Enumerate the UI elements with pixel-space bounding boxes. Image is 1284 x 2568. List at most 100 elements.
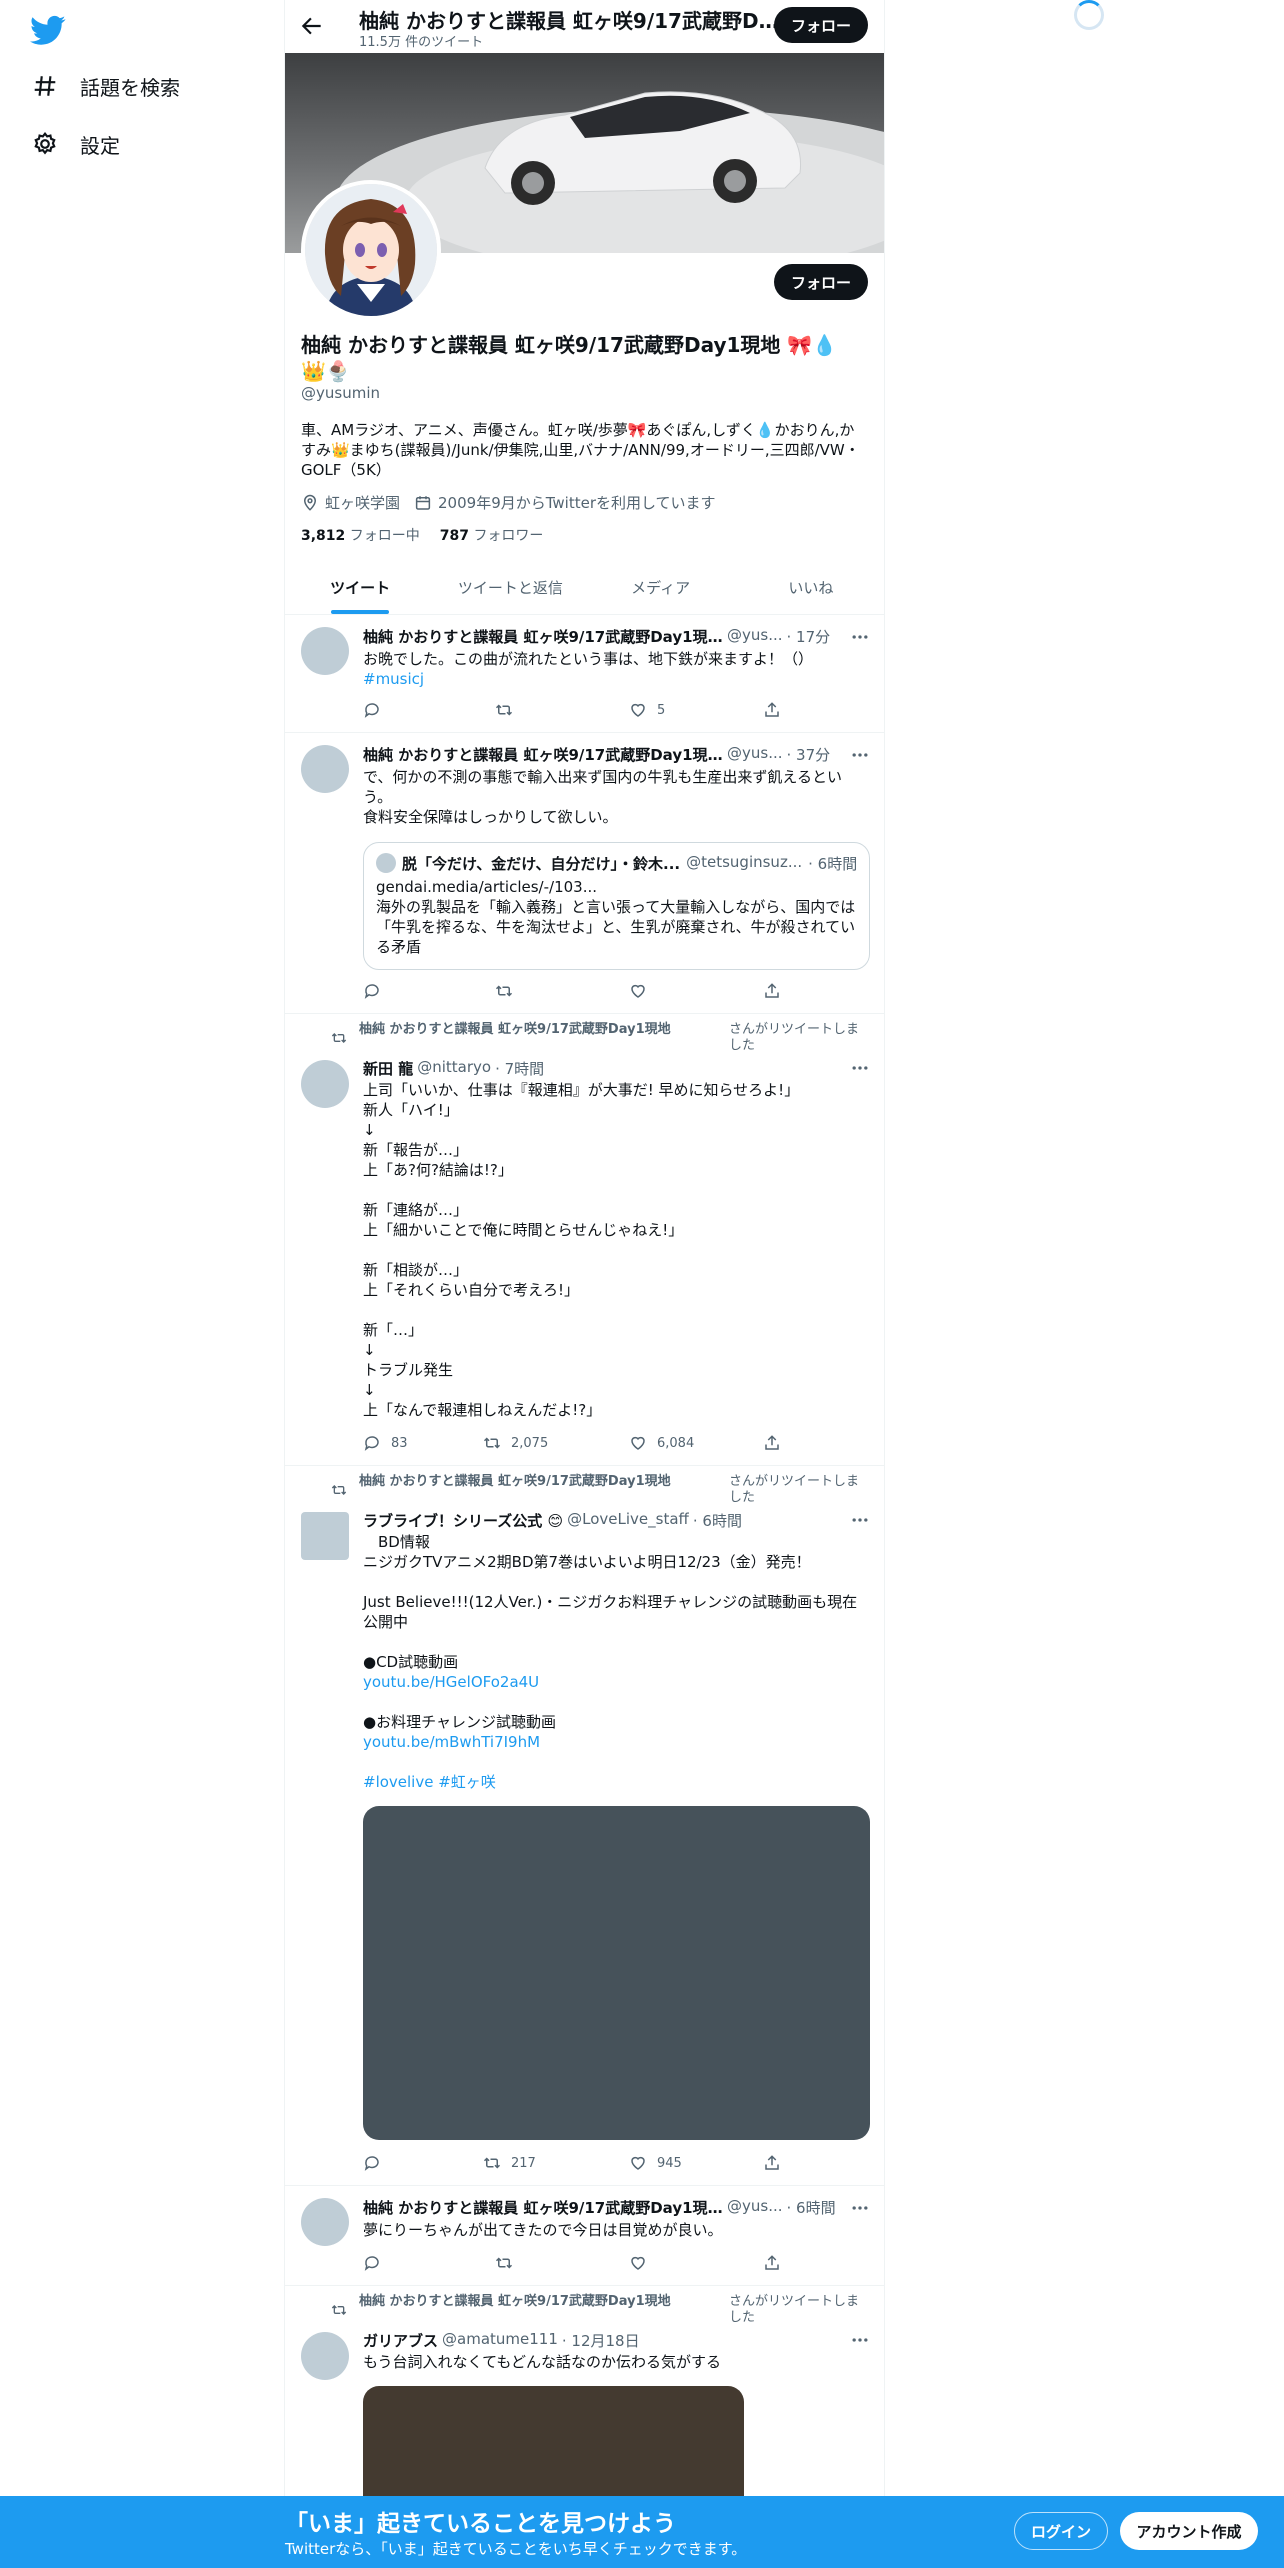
- retweet-button[interactable]: [495, 982, 523, 1000]
- tweet-hashtags[interactable]: #lovelive #虹ヶ咲: [363, 1772, 870, 1792]
- reply-button[interactable]: [363, 701, 391, 719]
- tweet-avatar[interactable]: [301, 2198, 349, 2246]
- tweet-media[interactable]: [363, 1806, 870, 2140]
- signup-button[interactable]: アカウント作成: [1120, 2512, 1258, 2550]
- login-button[interactable]: ログイン: [1014, 2512, 1108, 2550]
- retweet-button[interactable]: [495, 2254, 523, 2272]
- tweet-actions: 83 2,075 6,084: [363, 1434, 803, 1454]
- tweet[interactable]: 柚純 かおりすと諜報員 虹ヶ咲9/17武蔵野Day1現地 さんがリツイートしまし…: [285, 1014, 884, 1466]
- more-options-icon[interactable]: [850, 745, 870, 765]
- tweet-text: 夢にりーちゃんが出てきたので今日は目覚めが良い。: [363, 2221, 723, 2239]
- more-options-icon[interactable]: [850, 627, 870, 647]
- reply-icon: [364, 2256, 379, 2271]
- like-button[interactable]: 5: [629, 701, 665, 719]
- tweet-author-name[interactable]: ガリアブス: [363, 2330, 438, 2351]
- reply-button[interactable]: [363, 2154, 391, 2172]
- quoted-text: 海外の乳製品を「輸入義務」と言い張って大量輸入しながら、国内では「牛乳を搾るな、…: [376, 898, 856, 956]
- retweet-button[interactable]: 2,075: [483, 1434, 548, 1452]
- retweeted-indicator-icon: [331, 1033, 347, 1043]
- tweet-author-name[interactable]: 柚純 かおりすと諜報員 虹ヶ咲9/17武蔵野Day1現地 🎀💧👑🍨: [363, 744, 723, 765]
- profile-follow-button[interactable]: フォロー: [774, 264, 868, 300]
- left-nav: 話題を検索 設定: [0, 0, 284, 2568]
- share-button[interactable]: [763, 2254, 781, 2272]
- tweet-avatar[interactable]: [301, 1512, 349, 1560]
- tweet-time[interactable]: · 7時間: [495, 1058, 544, 1079]
- tweet-author-name[interactable]: 新田 龍: [363, 1058, 413, 1079]
- tweet-avatar[interactable]: [301, 745, 349, 793]
- nav-explore[interactable]: 話題を検索: [32, 66, 180, 106]
- tweet-avatar[interactable]: [301, 627, 349, 675]
- tweet[interactable]: 柚純 かおりすと諜報員 虹ヶ咲9/17武蔵野Day1現地 🎀💧👑🍨 @yus..…: [285, 2186, 884, 2286]
- tweet-author-handle[interactable]: @LoveLive_staff: [567, 1510, 689, 1531]
- profile-bio: 車、AMラジオ、アニメ、声優さん。虹ヶ咲/歩夢🎀あぐぽん,しずく💧かおりん,かす…: [301, 421, 860, 479]
- tweet[interactable]: 柚純 かおりすと諜報員 虹ヶ咲9/17武蔵野Day1現地 🎀💧👑🍨 @yus..…: [285, 615, 884, 733]
- tweet-header: 柚純 かおりすと諜報員 虹ヶ咲9/17武蔵野Day1現地 🎀💧👑🍨 @yus..…: [363, 2197, 843, 2218]
- following-link[interactable]: 3,812 フォロー中: [301, 525, 420, 545]
- profile-joined: 2009年9月からTwitterを利用しています: [414, 492, 716, 513]
- retweet-icon: [495, 985, 513, 997]
- retweet-icon: [483, 2157, 501, 2169]
- tab-likes[interactable]: いいね: [736, 562, 884, 614]
- tweet-author-name[interactable]: ラブライブ！シリーズ公式 😊: [363, 1510, 563, 1531]
- tweet-time[interactable]: · 6時間: [787, 2197, 836, 2218]
- twitter-logo-icon[interactable]: [30, 12, 66, 48]
- tweet[interactable]: 柚純 かおりすと諜報員 虹ヶ咲9/17武蔵野Day1現地 さんがリツイートしまし…: [285, 1466, 884, 2186]
- profile-stats: 3,812 フォロー中 787 フォロワー: [301, 525, 543, 545]
- share-button[interactable]: [763, 1434, 781, 1452]
- quoted-link: gendai.media/articles/-/103...: [376, 878, 598, 896]
- retweet-context[interactable]: 柚純 かおりすと諜報員 虹ヶ咲9/17武蔵野Day1現地 さんがリツイートしまし…: [359, 1022, 869, 1053]
- tweet-time[interactable]: · 6時間: [693, 1510, 742, 1531]
- tweet-author-name[interactable]: 柚純 かおりすと諜報員 虹ヶ咲9/17武蔵野Day1現地 🎀💧👑🍨: [363, 2197, 723, 2218]
- loading-spinner: [1074, 0, 1104, 30]
- share-button[interactable]: [763, 2154, 781, 2172]
- reply-button[interactable]: 83: [363, 1434, 408, 1452]
- profile-header-bar: 柚純 かおりすと諜報員 虹ヶ咲9/17武蔵野Day1現地 🎀💧👑 11.5万 件…: [285, 0, 884, 53]
- tweet-link[interactable]: youtu.be/HGelOFo2a4U: [363, 1672, 870, 1692]
- tweet-time[interactable]: · 37分: [787, 744, 831, 765]
- quoted-tweet[interactable]: 脱「今だけ、金だけ、自分だけ」・鈴木... @tetsuginsuz... · …: [363, 842, 870, 970]
- tab-tweets[interactable]: ツイート: [285, 562, 435, 614]
- tweet-hashtag[interactable]: #musicj: [363, 669, 870, 689]
- share-button[interactable]: [763, 701, 781, 719]
- tweet-time[interactable]: · 12月18日: [562, 2330, 640, 2351]
- reply-icon: [364, 1436, 379, 1451]
- nav-settings[interactable]: 設定: [32, 124, 120, 164]
- retweet-button[interactable]: [495, 701, 523, 719]
- tweet-actions: [363, 982, 803, 1002]
- profile-name: 柚純 かおりすと諜報員 虹ヶ咲9/17武蔵野Day1現地 🎀💧👑🍨: [301, 333, 838, 383]
- tab-tweets-and-replies[interactable]: ツイートと返信: [435, 562, 585, 614]
- tweet-author-handle[interactable]: @nittaryo: [417, 1058, 491, 1079]
- more-options-icon[interactable]: [850, 1510, 870, 1530]
- tab-media[interactable]: メディア: [586, 562, 736, 614]
- tweet-avatar[interactable]: [301, 1060, 349, 1108]
- like-button[interactable]: [629, 982, 657, 1000]
- profile-avatar[interactable]: [301, 180, 441, 320]
- like-button[interactable]: 945: [629, 2154, 682, 2172]
- more-options-icon[interactable]: [850, 2198, 870, 2218]
- reply-button[interactable]: [363, 982, 391, 1000]
- reply-icon: [364, 984, 379, 999]
- header-follow-button[interactable]: フォロー: [774, 7, 868, 43]
- tweet-link[interactable]: youtu.be/mBwhTi7I9hM: [363, 1732, 870, 1752]
- more-options-icon[interactable]: [850, 1058, 870, 1078]
- tweet[interactable]: 柚純 かおりすと諜報員 虹ヶ咲9/17武蔵野Day1現地 🎀💧👑🍨 @yus..…: [285, 733, 884, 1014]
- back-arrow-icon[interactable]: [299, 13, 325, 39]
- like-button[interactable]: [629, 2254, 657, 2272]
- tweet-author-handle[interactable]: @amatume111: [442, 2330, 558, 2351]
- tweet-author-handle[interactable]: @yus...: [727, 626, 783, 647]
- followers-link[interactable]: 787 フォロワー: [440, 525, 544, 545]
- retweet-button[interactable]: 217: [483, 2154, 536, 2172]
- more-options-icon[interactable]: [850, 2330, 870, 2350]
- tweet-avatar[interactable]: [301, 2332, 349, 2380]
- reply-button[interactable]: [363, 2254, 391, 2272]
- tweet-text: 上司「いいか、仕事は『報連相』が大事だ! 早めに知らせろよ!」 新人「ハイ!」 …: [363, 1081, 800, 1419]
- tweet-time[interactable]: · 17分: [787, 626, 831, 647]
- tweet-author-handle[interactable]: @yus...: [727, 2197, 783, 2218]
- tweet-author-name[interactable]: 柚純 かおりすと諜報員 虹ヶ咲9/17武蔵野Day1現地 🎀💧👑🍨: [363, 626, 723, 647]
- retweet-context[interactable]: 柚純 かおりすと諜報員 虹ヶ咲9/17武蔵野Day1現地 さんがリツイートしまし…: [359, 1474, 869, 1505]
- tweet-header: ガリアブス @amatume111 · 12月18日: [363, 2330, 843, 2351]
- like-button[interactable]: 6,084: [629, 1434, 694, 1452]
- share-button[interactable]: [763, 982, 781, 1000]
- tweet-author-handle[interactable]: @yus...: [727, 744, 783, 765]
- retweet-context[interactable]: 柚純 かおりすと諜報員 虹ヶ咲9/17武蔵野Day1現地 さんがリツイートしまし…: [359, 2294, 869, 2325]
